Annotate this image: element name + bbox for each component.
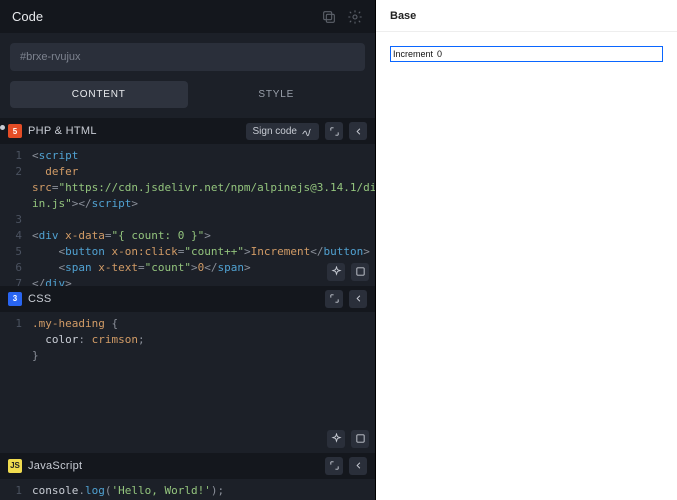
increment-label: Increment (391, 49, 433, 59)
modified-dot-icon (0, 125, 5, 130)
ai-icon-css[interactable] (327, 430, 345, 448)
tab-style[interactable]: STYLE (188, 81, 366, 108)
section-header-html: 5 PHP & HTML Sign code (0, 118, 375, 144)
gutter-css: 1 (0, 316, 28, 380)
format-icon[interactable] (351, 263, 369, 281)
js-badge-icon: JS (8, 459, 22, 473)
sign-code-label: Sign code (253, 126, 297, 137)
code-content-html: <script defer src="https://cdn.jsdelivr.… (32, 148, 371, 285)
collapse-css-button[interactable] (349, 290, 367, 308)
preview-body: Increment 0 (376, 32, 677, 76)
gutter-js: 1 (0, 483, 28, 499)
section-title-js: JavaScript (28, 460, 82, 472)
settings-icon[interactable] (347, 9, 363, 25)
panel-title: Code (12, 9, 43, 24)
css-badge-icon: 3 (8, 292, 22, 306)
section-header-css: 3 CSS (0, 286, 375, 312)
code-editor-css[interactable]: 1 .my-heading { color: crimson; } (0, 312, 375, 453)
code-content-js: console.log('Hello, World!'); (32, 483, 371, 499)
preview-panel: Base Increment 0 (376, 0, 677, 500)
sign-code-button[interactable]: Sign code (246, 123, 319, 140)
preview-heading: Base (376, 0, 677, 32)
section-title-css: CSS (28, 293, 52, 305)
html-badge-icon: 5 (8, 124, 22, 138)
section-header-js: JS JavaScript (0, 453, 375, 479)
expand-html-button[interactable] (325, 122, 343, 140)
code-editor-html[interactable]: 1234567 <script defer src="https://cdn.j… (0, 144, 375, 285)
format-icon-css[interactable] (351, 430, 369, 448)
header-actions (321, 9, 363, 25)
signature-icon (301, 126, 312, 137)
code-panel: Code #brxe-rvujux CONTENT STYLE 5 PHP & … (0, 0, 376, 500)
section-title-html: PHP & HTML (28, 125, 97, 137)
collapse-js-button[interactable] (349, 457, 367, 475)
tab-content[interactable]: CONTENT (10, 81, 188, 108)
expand-css-button[interactable] (325, 290, 343, 308)
code-editor-js[interactable]: 1 console.log('Hello, World!'); (0, 479, 375, 500)
increment-button[interactable]: Increment 0 (390, 46, 663, 62)
code-content-css: .my-heading { color: crimson; } (32, 316, 371, 364)
clone-icon[interactable] (321, 9, 337, 25)
ai-icon[interactable] (327, 263, 345, 281)
increment-count: 0 (437, 49, 442, 59)
tabs: CONTENT STYLE (10, 81, 365, 108)
element-id-field[interactable]: #brxe-rvujux (10, 43, 365, 71)
collapse-html-button[interactable] (349, 122, 367, 140)
gutter-html: 1234567 (0, 148, 28, 285)
panel-header: Code (0, 0, 375, 33)
expand-js-button[interactable] (325, 457, 343, 475)
